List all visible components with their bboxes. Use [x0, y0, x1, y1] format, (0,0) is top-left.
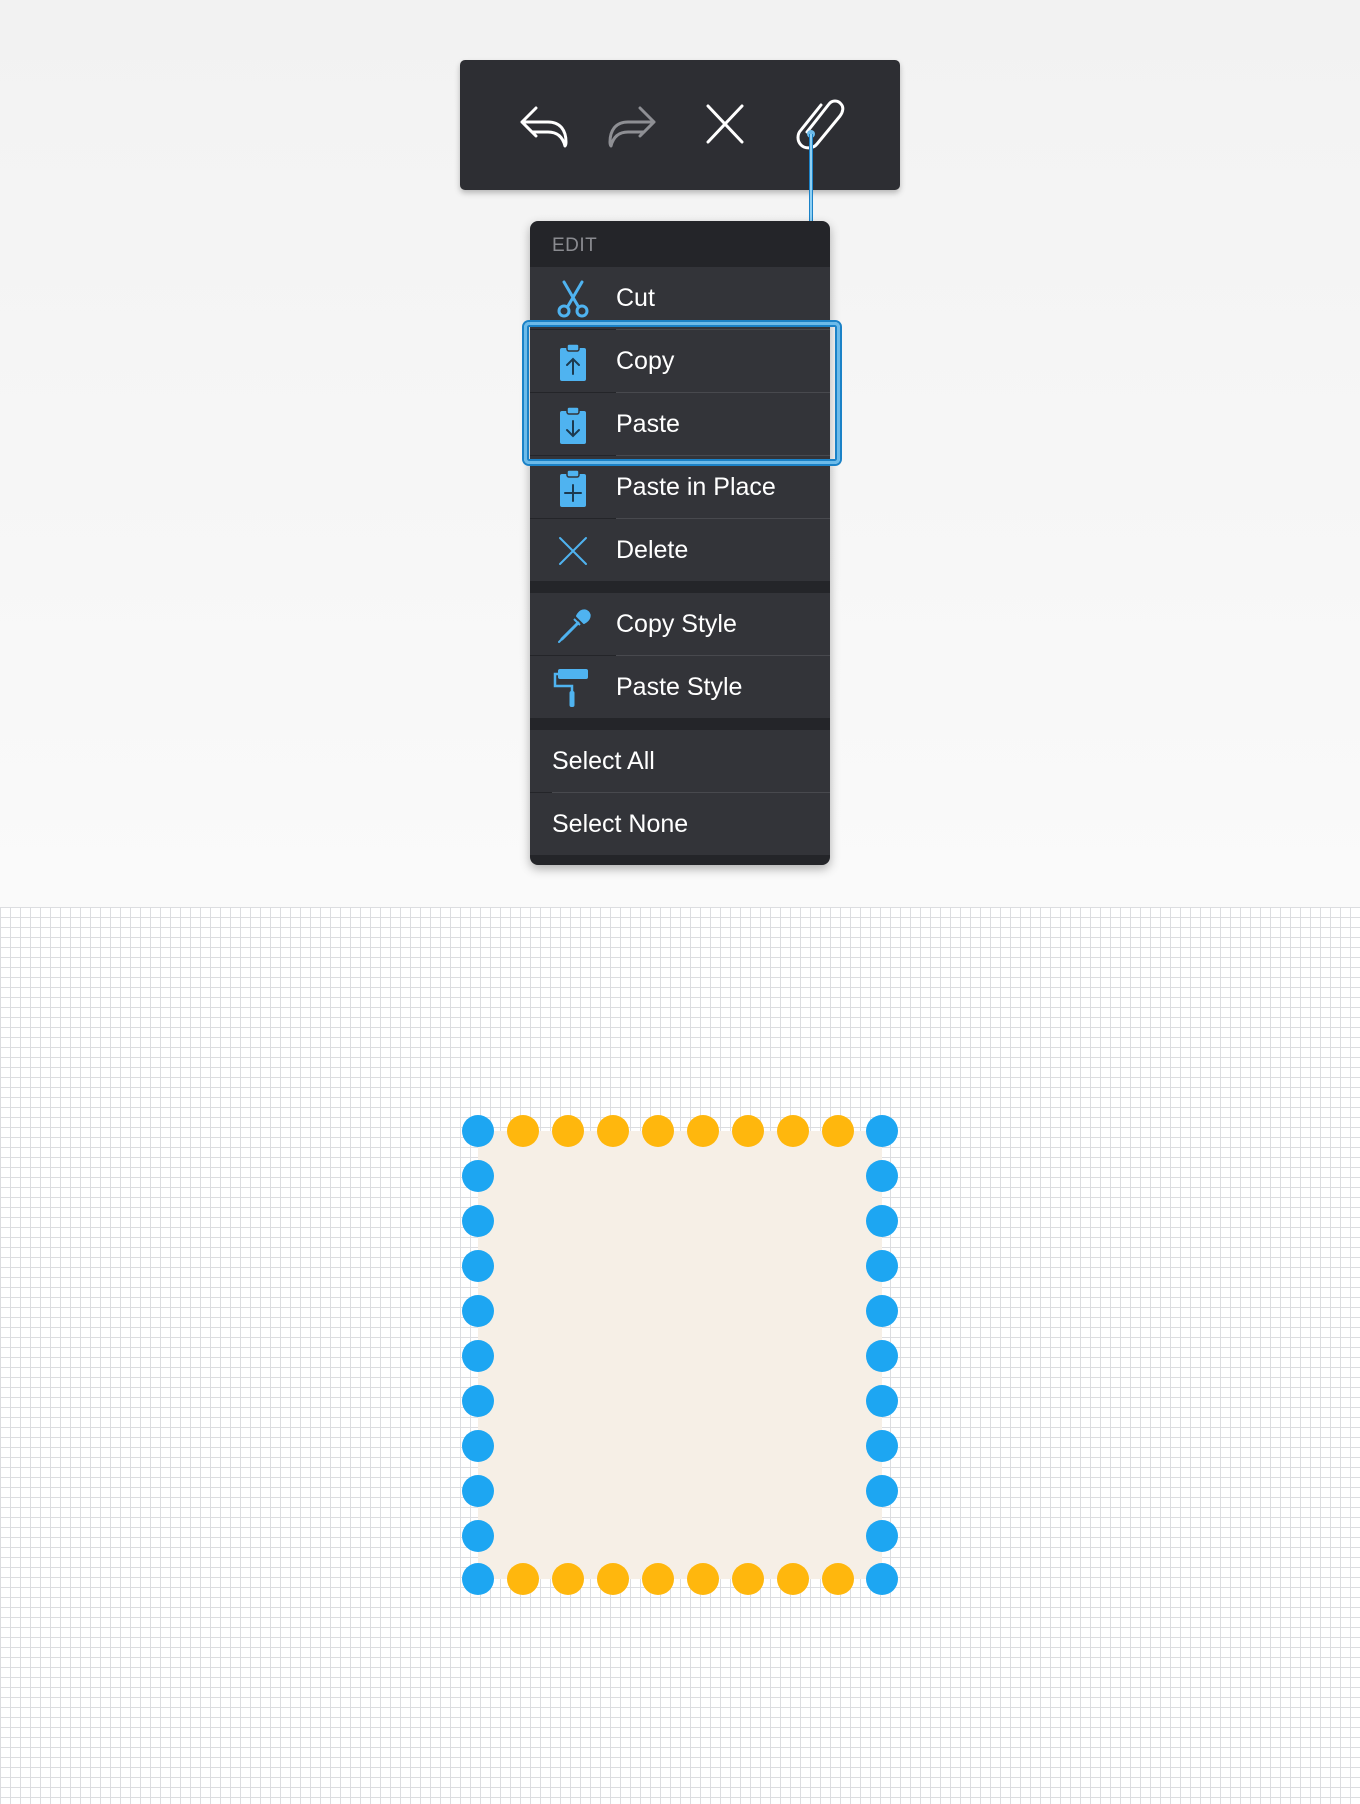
x-icon: [552, 530, 594, 572]
menu-item-label: Paste in Place: [616, 473, 776, 501]
midpoint-handle[interactable]: [552, 1115, 584, 1147]
anchor-point[interactable]: [866, 1475, 898, 1507]
menu-item-paste[interactable]: Paste: [530, 393, 830, 456]
midpoint-handle[interactable]: [777, 1115, 809, 1147]
clipboard-up-arrow-icon: [552, 341, 594, 383]
anchor-point[interactable]: [866, 1563, 898, 1595]
menu-item-label: Copy Style: [616, 610, 737, 638]
menu-item-select-none[interactable]: Select None: [530, 793, 830, 855]
anchor-point[interactable]: [462, 1115, 494, 1147]
anchor-point[interactable]: [462, 1160, 494, 1192]
menu-header: EDIT: [552, 235, 598, 256]
anchor-point[interactable]: [866, 1520, 898, 1552]
eyedropper-icon: [552, 604, 594, 646]
menu-item-delete[interactable]: Delete: [530, 519, 830, 581]
midpoint-handle[interactable]: [732, 1115, 764, 1147]
clipboard-plus-icon: [552, 467, 594, 509]
close-x-icon: [706, 104, 744, 144]
anchor-point[interactable]: [866, 1295, 898, 1327]
anchor-point[interactable]: [462, 1385, 494, 1417]
anchor-point[interactable]: [866, 1250, 898, 1282]
anchor-point[interactable]: [462, 1295, 494, 1327]
midpoint-handle[interactable]: [507, 1115, 539, 1147]
close-button[interactable]: [690, 90, 760, 160]
menu-item-copy-style[interactable]: Copy Style: [530, 593, 830, 656]
undo-button[interactable]: [508, 90, 578, 160]
anchor-point[interactable]: [866, 1160, 898, 1192]
menu-connector-line: [807, 130, 815, 222]
menu-item-label: Select None: [552, 810, 689, 838]
midpoint-handle[interactable]: [597, 1563, 629, 1595]
edit-menu: EDIT Cut Copy Paste Paste in Place Delet…: [530, 221, 830, 865]
menu-item-paste-style[interactable]: Paste Style: [530, 656, 830, 718]
menu-item-label: Copy: [616, 347, 675, 375]
midpoint-handle[interactable]: [777, 1563, 809, 1595]
anchor-point[interactable]: [462, 1430, 494, 1462]
anchor-point[interactable]: [866, 1340, 898, 1372]
paint-roller-icon: [552, 667, 594, 709]
scissors-icon: [552, 278, 594, 320]
menu-item-label: Paste: [616, 410, 680, 438]
anchor-point[interactable]: [866, 1115, 898, 1147]
anchor-point[interactable]: [462, 1340, 494, 1372]
midpoint-handle[interactable]: [687, 1115, 719, 1147]
menu-item-select-all[interactable]: Select All: [530, 730, 830, 793]
undo-arrow-icon: [520, 106, 568, 148]
midpoint-handle[interactable]: [642, 1563, 674, 1595]
redo-arrow-icon: [608, 106, 656, 148]
selected-square-shape[interactable]: [478, 1131, 882, 1579]
menu-item-paste-in-place[interactable]: Paste in Place: [530, 456, 830, 519]
clipboard-down-arrow-icon: [552, 404, 594, 446]
midpoint-handle[interactable]: [552, 1563, 584, 1595]
redo-button[interactable]: [598, 90, 668, 160]
midpoint-handle[interactable]: [822, 1563, 854, 1595]
anchor-point[interactable]: [462, 1205, 494, 1237]
menu-item-label: Cut: [616, 284, 655, 312]
anchor-point[interactable]: [462, 1563, 494, 1595]
midpoint-handle[interactable]: [732, 1563, 764, 1595]
anchor-point[interactable]: [462, 1520, 494, 1552]
anchor-point[interactable]: [462, 1475, 494, 1507]
menu-item-label: Paste Style: [616, 673, 743, 701]
menu-item-label: Select All: [552, 747, 655, 775]
anchor-point[interactable]: [866, 1430, 898, 1462]
menu-item-label: Delete: [616, 536, 689, 564]
midpoint-handle[interactable]: [507, 1563, 539, 1595]
midpoint-handle[interactable]: [687, 1563, 719, 1595]
anchor-point[interactable]: [462, 1250, 494, 1282]
edit-button[interactable]: [783, 88, 853, 158]
midpoint-handle[interactable]: [642, 1115, 674, 1147]
menu-item-copy[interactable]: Copy: [530, 330, 830, 393]
anchor-point[interactable]: [866, 1205, 898, 1237]
midpoint-handle[interactable]: [822, 1115, 854, 1147]
anchor-point[interactable]: [866, 1385, 898, 1417]
midpoint-handle[interactable]: [597, 1115, 629, 1147]
menu-item-cut[interactable]: Cut: [530, 267, 830, 330]
paperclip-icon: [796, 99, 845, 150]
